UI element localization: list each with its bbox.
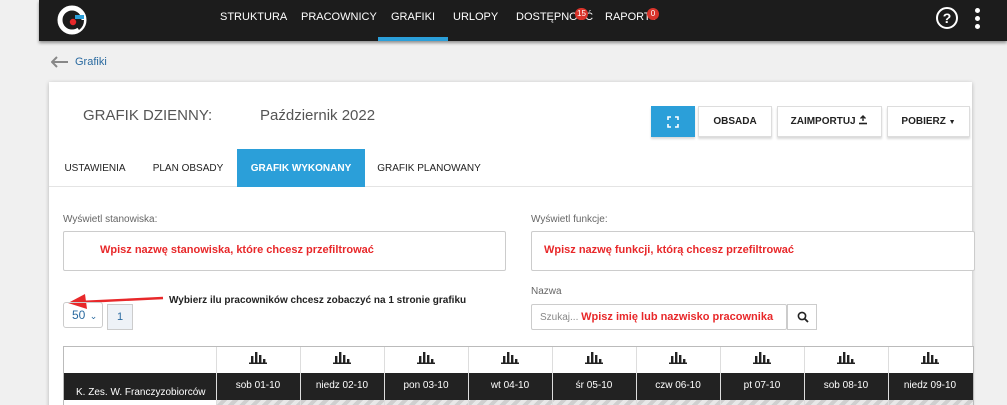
breadcrumb-label[interactable]: Grafiki — [75, 56, 107, 68]
tab-grafik-planowany[interactable]: GRAFIK PLANOWANY — [365, 149, 493, 187]
grid-column-divider — [720, 347, 721, 405]
upload-icon — [859, 115, 868, 125]
day-column-label: niedz 09-10 — [903, 380, 957, 391]
day-column-label: pon 03-10 — [403, 380, 449, 391]
help-icon[interactable]: ? — [936, 7, 958, 29]
team-name: K. Zes. W. Franczyzobiorców — [76, 387, 206, 398]
expand-icon — [667, 116, 679, 128]
nav-item-urlopy[interactable]: URLOPY — [453, 0, 498, 41]
day-column-label: czw 06-10 — [655, 380, 701, 391]
schedule-panel: GRAFIK DZIENNY: Październik 2022 OBSADA … — [49, 82, 975, 405]
day-column-label: niedz 02-10 — [315, 380, 369, 391]
per-page-hint: Wybierz ilu pracowników chcesz zobaczyć … — [169, 295, 467, 306]
bar-chart-icon[interactable] — [753, 350, 771, 364]
top-navbar: STRUKTURA PRACOWNICY GRAFIKI URLOPY DOST… — [39, 0, 1007, 41]
page-subtitle: Październik 2022 — [260, 107, 376, 124]
nav-item-raporty[interactable]: RAPORTY — [605, 0, 658, 41]
day-column-label: śr 05-10 — [575, 380, 613, 391]
day-column-label: pt 07-10 — [743, 380, 781, 391]
pagination-page-button[interactable]: 1 — [107, 304, 133, 330]
import-button-label: ZAIMPORTUJ — [790, 116, 856, 127]
grid-shifts-row[interactable] — [216, 400, 973, 405]
app-logo-icon[interactable] — [57, 5, 87, 35]
arrow-left-icon — [51, 56, 68, 68]
tab-ustawienia[interactable]: USTAWIENIA — [49, 149, 141, 187]
positions-filter-input[interactable]: Wpisz nazwę stanowiska, które chcesz prz… — [63, 231, 506, 271]
grid-column-divider — [300, 347, 301, 405]
search-hint: Wpisz imię lub nazwisko pracownika — [581, 311, 774, 323]
per-page-select[interactable]: 50 ⌄ — [63, 302, 103, 328]
positions-filter-hint: Wpisz nazwę stanowiska, które chcesz prz… — [100, 244, 374, 256]
nav-item-struktura[interactable]: STRUKTURA — [220, 0, 287, 41]
caret-down-icon: ▼ — [948, 119, 956, 126]
grid-column-divider — [804, 347, 805, 405]
nav-item-grafiki[interactable]: GRAFIKI — [378, 0, 449, 41]
grid-header — [216, 347, 975, 373]
grid-column-divider — [888, 347, 889, 405]
day-column-label: wt 04-10 — [490, 380, 530, 391]
name-search-label: Nazwa — [531, 286, 562, 297]
functions-filter-label: Wyświetl funkcje: — [531, 214, 608, 225]
bar-chart-icon[interactable] — [585, 350, 603, 364]
obsada-button[interactable]: OBSADA — [698, 106, 772, 137]
name-search-input[interactable]: Szukaj... Wpisz imię lub nazwisko pracow… — [531, 304, 787, 330]
grid-column-divider — [636, 347, 637, 405]
notification-badge: 15 — [575, 8, 588, 20]
per-page-value: 50 — [72, 308, 86, 322]
functions-filter-input[interactable]: Wpisz nazwę funkcji, którą chcesz przefi… — [531, 231, 975, 271]
bar-chart-icon[interactable] — [837, 350, 855, 364]
tab-plan-obsady[interactable]: PLAN OBSADY — [141, 149, 235, 187]
bar-chart-icon[interactable] — [333, 350, 351, 364]
app-root: STRUKTURA PRACOWNICY GRAFIKI URLOPY DOST… — [0, 0, 1007, 405]
grid-column-divider — [384, 347, 385, 405]
notification-badge: 0 — [647, 8, 659, 20]
day-column-label: sob 08-10 — [823, 380, 869, 391]
grid-column-divider — [216, 347, 217, 405]
bar-chart-icon[interactable] — [249, 350, 267, 364]
search-button[interactable] — [787, 304, 817, 330]
more-menu-icon[interactable] — [975, 8, 981, 30]
chevron-down-icon: ⌄ — [89, 311, 98, 321]
bar-chart-icon[interactable] — [417, 350, 435, 364]
day-column-label: sob 01-10 — [235, 380, 281, 391]
positions-filter-label: Wyświetl stanowiska: — [63, 214, 158, 225]
redacted-name — [221, 101, 255, 133]
tab-bar: USTAWIENIA PLAN OBSADY GRAFIK WYKONANY G… — [49, 149, 972, 187]
nav-item-dostepnosc[interactable]: DOSTĘPNOŚĆ — [516, 0, 593, 41]
grid-column-divider — [552, 347, 553, 405]
bar-chart-icon[interactable] — [921, 350, 939, 364]
page-title: GRAFIK DZIENNY: — [83, 107, 213, 124]
tab-grafik-wykonany[interactable]: GRAFIK WYKONANY — [237, 149, 365, 187]
download-button-label: POBIERZ — [901, 116, 946, 127]
bar-chart-icon[interactable] — [669, 350, 687, 364]
search-placeholder: Szukaj... — [540, 312, 579, 323]
download-button[interactable]: POBIERZ ▼ — [887, 106, 970, 137]
functions-filter-hint: Wpisz nazwę funkcji, którą chcesz przefi… — [544, 244, 795, 256]
nav-item-pracownicy[interactable]: PRACOWNICY — [301, 0, 377, 41]
grid-column-divider — [468, 347, 469, 405]
bar-chart-icon[interactable] — [501, 350, 519, 364]
schedule-grid: K. Zes. W. Franczyzobiorców sob 01-10 nie… — [63, 346, 974, 405]
import-button[interactable]: ZAIMPORTUJ — [777, 106, 882, 137]
search-icon — [797, 311, 809, 323]
fullscreen-button[interactable] — [651, 106, 695, 137]
